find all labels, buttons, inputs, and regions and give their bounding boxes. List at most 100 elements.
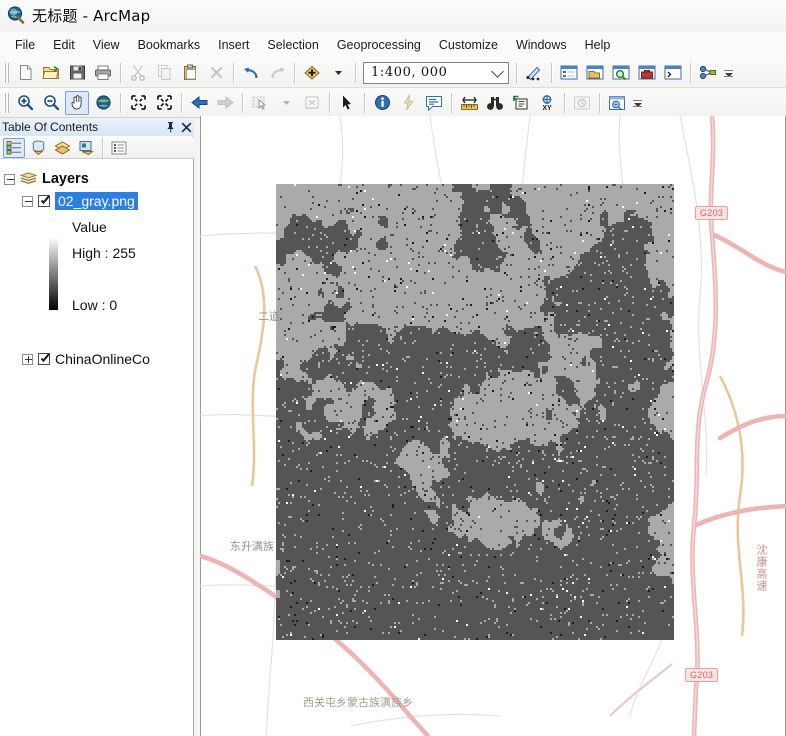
- create-viewer-window-icon[interactable]: [605, 91, 629, 115]
- delete-x-icon[interactable]: [204, 61, 228, 85]
- color-ramp-icon: [48, 236, 59, 311]
- tools-toolbar: XY: [0, 88, 786, 118]
- toc-layer-label-02-gray-png: 02_gray.png: [55, 192, 138, 210]
- raster-layer-02-gray-png[interactable]: [276, 184, 674, 640]
- toolbar-overflow-button[interactable]: [632, 91, 643, 115]
- copy-icon[interactable]: [152, 61, 176, 85]
- toc-header: Table Of Contents: [0, 118, 194, 136]
- undo-arrow-icon[interactable]: [239, 61, 263, 85]
- menu-insert[interactable]: Insert: [209, 35, 258, 55]
- new-map-icon[interactable]: [13, 61, 37, 85]
- toolbar-separator: [690, 62, 691, 83]
- toc-options-icon[interactable]: [108, 138, 130, 158]
- search-window-icon[interactable]: [609, 61, 633, 85]
- pan-hand-icon[interactable]: [65, 90, 89, 115]
- hyperlink-lightning-icon[interactable]: [396, 91, 420, 115]
- list-by-source-icon[interactable]: [27, 138, 49, 158]
- add-data-dropdown-icon[interactable]: [326, 61, 350, 85]
- save-icon[interactable]: [65, 61, 89, 85]
- map-view[interactable]: 二道 东升满族 西关屯乡蒙古族满族乡 沈康高速 G203 G203: [200, 116, 786, 736]
- chevron-down-icon[interactable]: [491, 64, 504, 78]
- menu-view[interactable]: View: [84, 35, 129, 55]
- identify-info-icon[interactable]: [370, 91, 394, 115]
- menu-geoprocessing[interactable]: Geoprocessing: [328, 35, 430, 55]
- table-of-contents-icon[interactable]: [557, 61, 581, 85]
- road-shield-g203-north: G203: [695, 206, 729, 220]
- close-icon[interactable]: [178, 119, 194, 135]
- menu-bookmarks[interactable]: Bookmarks: [129, 35, 210, 55]
- list-by-visibility-icon[interactable]: [51, 138, 73, 158]
- menu-file[interactable]: File: [6, 35, 44, 55]
- toolbar-separator: [516, 62, 517, 83]
- add-data-icon[interactable]: [300, 61, 324, 85]
- toolbar-grip[interactable]: [2, 62, 9, 83]
- toolbar-separator: [329, 92, 330, 113]
- layer-visibility-checkbox-chinaonline[interactable]: [38, 353, 50, 365]
- expander-02-gray-png[interactable]: [22, 195, 33, 207]
- toc-node-layers[interactable]: Layers: [0, 168, 193, 190]
- title-bar: 无标题 - ArcMap: [0, 0, 786, 30]
- zoom-in-icon[interactable]: [13, 91, 37, 115]
- toolbar-grip[interactable]: [2, 92, 9, 113]
- toc-node-label-layers: Layers: [42, 171, 89, 187]
- go-back-extent-icon[interactable]: [187, 91, 211, 115]
- redo-arrow-icon[interactable]: [265, 61, 289, 85]
- select-dropdown-icon[interactable]: [274, 91, 298, 115]
- arctoolbox-icon[interactable]: [635, 61, 659, 85]
- toolbar-separator: [355, 62, 356, 83]
- toolbar-separator: [242, 92, 243, 113]
- menu-bar: File Edit View Bookmarks Insert Selectio…: [0, 32, 786, 58]
- legend-high-value: High : 255: [72, 245, 136, 261]
- toolbar-overflow-button[interactable]: [723, 61, 734, 85]
- expander-layers[interactable]: [4, 173, 15, 185]
- arcmap-globe-icon: [6, 5, 26, 25]
- clear-selection-icon[interactable]: [300, 91, 324, 115]
- catalog-window-icon[interactable]: [583, 61, 607, 85]
- fixed-zoom-out-icon[interactable]: [152, 91, 176, 115]
- model-builder-icon[interactable]: [696, 61, 720, 85]
- print-icon[interactable]: [91, 61, 115, 85]
- list-by-selection-icon[interactable]: [75, 138, 97, 158]
- python-window-icon[interactable]: [661, 61, 685, 85]
- find-route-icon[interactable]: [509, 91, 533, 115]
- cut-scissors-icon[interactable]: [126, 61, 150, 85]
- toolbar-separator: [120, 92, 121, 113]
- toc-tree[interactable]: Layers 02_gray.png Value High : 255 Low …: [0, 160, 193, 736]
- measure-ruler-icon[interactable]: [457, 91, 481, 115]
- toolbar-separator: [181, 92, 182, 113]
- map-scale-combobox[interactable]: 1:400, 000: [363, 61, 509, 84]
- map-scale-value: 1:400, 000: [371, 65, 448, 80]
- layer-visibility-checkbox-02-gray-png[interactable]: [38, 195, 50, 207]
- legend-heading: Value: [72, 219, 107, 235]
- pin-icon[interactable]: [162, 119, 178, 135]
- go-next-extent-icon[interactable]: [213, 91, 237, 115]
- menu-windows[interactable]: Windows: [507, 35, 576, 55]
- time-slider-icon[interactable]: [570, 91, 594, 115]
- table-of-contents-panel: Table Of Contents Layers 02_gray.png Val…: [0, 118, 194, 736]
- editor-toolbar-icon[interactable]: [522, 61, 546, 85]
- toolbar-separator: [233, 62, 234, 83]
- open-folder-icon[interactable]: [39, 61, 63, 85]
- toc-layer-chinaonline[interactable]: ChinaOnlineCo: [0, 348, 193, 370]
- menu-customize[interactable]: Customize: [430, 35, 507, 55]
- road-shield-g203-south: G203: [685, 668, 719, 682]
- window-title: 无标题 - ArcMap: [32, 6, 151, 25]
- go-to-xy-icon[interactable]: XY: [535, 91, 559, 115]
- list-by-drawing-order-icon[interactable]: [3, 137, 25, 158]
- zoom-out-icon[interactable]: [39, 91, 63, 115]
- select-features-icon[interactable]: [248, 91, 272, 115]
- select-elements-arrow-icon[interactable]: [335, 91, 359, 115]
- menu-help[interactable]: Help: [576, 35, 620, 55]
- fixed-zoom-in-icon[interactable]: [126, 91, 150, 115]
- menu-selection[interactable]: Selection: [258, 35, 327, 55]
- menu-edit[interactable]: Edit: [44, 35, 84, 55]
- layers-stack-icon: [19, 172, 38, 186]
- paste-clipboard-icon[interactable]: [178, 61, 202, 85]
- toc-layer-02-gray-png[interactable]: 02_gray.png: [0, 190, 193, 212]
- find-binoculars-icon[interactable]: [483, 91, 507, 115]
- map-label-xiguantun: 西关屯乡蒙古族满族乡: [303, 696, 413, 709]
- toolbar-separator: [364, 92, 365, 113]
- html-popup-icon[interactable]: [422, 91, 446, 115]
- full-extent-globe-icon[interactable]: [91, 91, 115, 115]
- expander-chinaonline[interactable]: [22, 353, 33, 365]
